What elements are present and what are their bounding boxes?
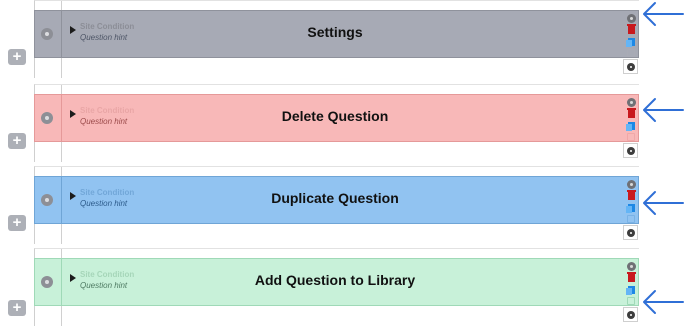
settings-button[interactable] — [624, 97, 638, 107]
copy-icon — [625, 38, 635, 47]
site-condition-label: Site Condition — [80, 22, 135, 31]
question-bar[interactable]: Site Condition Question hint Add Questio… — [34, 258, 639, 306]
section-settings-button[interactable] — [623, 143, 638, 158]
column-divider — [61, 95, 62, 141]
question-panel-duplicate: Site Condition Question hint Duplicate Q… — [0, 166, 685, 244]
question-panel-settings: Site Condition Question hint Settings + — [0, 0, 685, 78]
delete-button[interactable] — [624, 108, 638, 119]
panel-top-strip — [34, 248, 639, 259]
panel-below-row — [34, 306, 639, 326]
question-toolbar — [624, 176, 638, 224]
drag-handle-icon[interactable] — [41, 112, 53, 124]
add-question-button[interactable]: + — [8, 133, 26, 149]
section-settings-button[interactable] — [623, 59, 638, 74]
site-condition-label: Site Condition — [80, 106, 135, 115]
library-icon — [627, 133, 635, 141]
drag-handle-icon[interactable] — [41, 28, 53, 40]
site-condition-label: Site Condition — [80, 270, 135, 279]
gear-icon — [626, 97, 636, 107]
callout-arrow-icon — [643, 2, 684, 26]
copy-icon — [625, 122, 635, 131]
drag-handle-icon[interactable] — [41, 194, 53, 206]
settings-button[interactable] — [624, 261, 638, 271]
expand-caret-icon[interactable] — [70, 274, 76, 282]
question-panel-library: Site Condition Question hint Add Questio… — [0, 248, 685, 326]
add-to-library-button[interactable] — [624, 296, 638, 306]
gear-icon — [626, 310, 635, 319]
expand-caret-icon[interactable] — [70, 192, 76, 200]
annotation-title: Add Question to Library — [254, 272, 416, 288]
duplicate-button[interactable] — [624, 203, 638, 213]
settings-button[interactable] — [624, 179, 638, 189]
callout-arrow-icon — [643, 191, 684, 215]
annotation-title: Duplicate Question — [271, 190, 399, 206]
gear-icon — [626, 261, 636, 271]
column-divider — [61, 259, 62, 305]
question-hint-label: Question hint — [80, 199, 128, 208]
panel-top-strip — [34, 0, 639, 11]
add-question-button[interactable]: + — [8, 215, 26, 231]
question-toolbar — [624, 94, 638, 142]
copy-icon — [625, 204, 635, 213]
question-toolbar — [624, 258, 638, 306]
add-to-library-button[interactable] — [624, 132, 638, 142]
expand-caret-icon[interactable] — [70, 110, 76, 118]
duplicate-button[interactable] — [624, 37, 638, 47]
delete-button[interactable] — [624, 190, 638, 201]
question-bar[interactable]: Site Condition Question hint Delete Ques… — [34, 94, 639, 142]
drag-handle-icon[interactable] — [41, 276, 53, 288]
delete-button[interactable] — [624, 272, 638, 283]
copy-icon — [625, 286, 635, 295]
question-hint-label: Question hint — [80, 281, 128, 290]
gear-icon — [626, 228, 635, 237]
trash-icon — [626, 272, 636, 282]
panel-below-row — [34, 142, 639, 162]
gear-icon — [626, 179, 636, 189]
settings-button[interactable] — [624, 13, 638, 23]
question-bar[interactable]: Site Condition Question hint Duplicate Q… — [34, 176, 639, 224]
section-settings-button[interactable] — [623, 307, 638, 322]
duplicate-button[interactable] — [624, 121, 638, 131]
gear-icon — [626, 146, 635, 155]
section-settings-button[interactable] — [623, 225, 638, 240]
gear-icon — [626, 13, 636, 23]
add-question-button[interactable]: + — [8, 300, 26, 316]
column-divider — [61, 177, 62, 223]
panel-top-strip — [34, 84, 639, 95]
trash-icon — [626, 24, 636, 34]
callout-arrow-icon — [643, 290, 684, 314]
library-icon — [627, 215, 635, 223]
expand-caret-icon[interactable] — [70, 26, 76, 34]
question-hint-label: Question hint — [80, 33, 128, 42]
question-bar[interactable]: Site Condition Question hint Settings — [34, 10, 639, 58]
library-icon — [627, 297, 635, 305]
delete-button[interactable] — [624, 24, 638, 35]
trash-icon — [626, 190, 636, 200]
annotation-title: Delete Question — [281, 108, 389, 124]
add-question-button[interactable]: + — [8, 49, 26, 65]
gear-icon — [626, 62, 635, 71]
panel-below-row — [34, 58, 639, 78]
annotation-title: Settings — [307, 24, 363, 40]
question-toolbar — [624, 10, 638, 58]
duplicate-button[interactable] — [624, 285, 638, 295]
add-to-library-button[interactable] — [624, 214, 638, 224]
callout-arrow-icon — [643, 98, 684, 122]
panel-top-strip — [34, 166, 639, 177]
question-hint-label: Question hint — [80, 117, 128, 126]
question-panel-delete: Site Condition Question hint Delete Ques… — [0, 84, 685, 162]
library-icon — [627, 49, 635, 57]
column-divider — [61, 11, 62, 57]
trash-icon — [626, 108, 636, 118]
add-to-library-button[interactable] — [624, 48, 638, 58]
panel-below-row — [34, 224, 639, 244]
site-condition-label: Site Condition — [80, 188, 135, 197]
